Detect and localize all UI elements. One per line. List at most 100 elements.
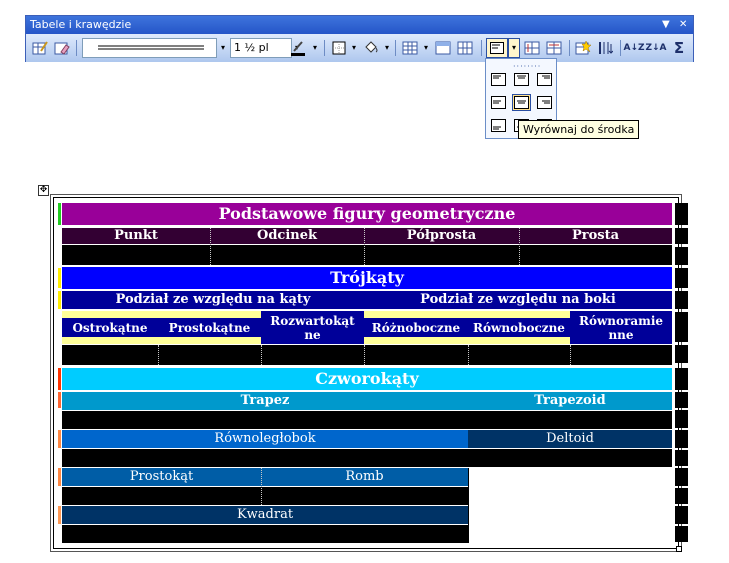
cell-prostokatne[interactable]: Prostokątne [158,318,261,337]
angle-division-header[interactable]: Podział ze względu na kąty [62,291,364,309]
margin-block [675,228,688,244]
line-style-dropdown[interactable]: ▾ [217,39,229,57]
cell-rownoramienne[interactable]: Równoramie nne [570,311,672,344]
pen-color-icon[interactable] [288,38,308,58]
toolbar-separator [620,40,621,56]
cell-prostokat[interactable]: Prostokąt [62,468,261,486]
align-top-right-icon[interactable] [535,71,554,88]
empty-row[interactable] [62,345,672,365]
align-middle-right-icon[interactable] [535,94,554,111]
align-top-center-icon[interactable] [512,71,531,88]
toolbar-separator [324,40,325,56]
empty-row[interactable] [62,487,468,505]
quadrilaterals-header[interactable]: Czworokąty [62,368,672,390]
distribute-columns-icon[interactable] [544,38,564,58]
cell-trapez[interactable]: Trapez [62,392,468,410]
cell-polprosta[interactable]: Półprosta [364,228,519,244]
cell-prosta[interactable]: Prosta [519,228,672,244]
cell-romb[interactable]: Romb [261,468,468,486]
row-marker [58,368,61,390]
margin-block [675,450,688,466]
distribute-rows-icon[interactable] [522,38,542,58]
align-middle-center-icon[interactable] [512,94,531,111]
close-icon[interactable]: ✕ [679,16,687,34]
side-division-header[interactable]: Podział ze względu na boki [364,291,672,309]
merge-cells-icon[interactable] [433,38,453,58]
cell-gridline [519,228,520,265]
sort-descending-icon[interactable]: Z↓A [645,38,666,58]
cell-gridline [364,345,365,365]
row-marker [58,430,61,448]
cell-rownoleglobok[interactable]: Równoległobok [62,430,468,448]
line-style-combo[interactable] [82,38,217,58]
align-middle-left-icon[interactable] [489,94,508,111]
row-marker [58,268,61,288]
toolbar-buttons-row: ▾ 1 ½ pl ▾ ▾ ▾ ▾ ▾ A↓Z Z↓A Σ [26,34,693,62]
cell-odcinek[interactable]: Odcinek [210,228,364,244]
row-marker [58,203,61,225]
empty-row[interactable] [62,525,468,543]
cell-deltoid[interactable]: Deltoid [468,430,672,448]
cell-trapezoid[interactable]: Trapezoid [468,392,672,410]
margin-block [675,312,688,342]
toolbar-titlebar[interactable]: Tabele i krawędzie ▼ ✕ [26,16,693,34]
paint-bucket-icon[interactable] [361,38,381,58]
palette-grip[interactable]: ········ [513,62,541,71]
cell-gridline [210,228,211,265]
cell-gridline [158,345,159,365]
toolbar-title: Tabele i krawędzie [30,18,132,31]
triangles-header[interactable]: Trójkąty [62,267,672,289]
margin-block [675,368,688,390]
row-marker [58,468,61,486]
insert-table-dropdown[interactable]: ▾ [420,39,432,57]
margin-block [675,291,688,309]
align-icon[interactable] [486,38,508,58]
autosum-icon[interactable]: Σ [669,38,689,58]
toolbar-separator [395,40,396,56]
cell-gridline [261,468,262,505]
toolbar-separator [76,40,77,56]
cell-punkt[interactable]: Punkt [62,228,210,244]
cell-rownoboczne[interactable]: Równoboczne [468,318,570,337]
text-direction-icon[interactable] [595,38,615,58]
toolbar-separator [569,40,570,56]
tables-borders-toolbar: Tabele i krawędzie ▼ ✕ ▾ 1 ½ pl ▾ ▾ ▾ ▾ … [25,15,694,62]
table-autoformat-icon[interactable] [573,38,593,58]
margin-block [675,392,688,408]
cell-gridline [364,228,365,265]
cell-gridline [468,345,469,365]
toolbar-options-icon[interactable]: ▼ [662,16,670,34]
align-dropdown[interactable]: ▾ [508,38,520,58]
empty-row[interactable] [62,411,672,429]
pencil-table-icon[interactable] [30,38,50,58]
table-title[interactable]: Podstawowe figury geometryczne [62,203,672,225]
cell-gridline [261,345,262,365]
margin-block [675,247,688,265]
cell-kwadrat[interactable]: Kwadrat [62,506,468,524]
align-top-left-icon[interactable] [489,71,508,88]
cell-ostrokatne[interactable]: Ostrokątne [62,318,158,337]
table-move-handle-icon[interactable]: ✥ [38,185,49,196]
cell-rozwartokatne[interactable]: Rozwartokąt ne [261,311,364,344]
row-marker [58,506,61,524]
insert-table-icon[interactable] [400,38,420,58]
margin-block [675,468,688,486]
line-weight-value: 1 ½ pl [234,41,269,54]
border-color-dropdown[interactable]: ▾ [309,39,321,57]
cell-roznoboczne[interactable]: Różnoboczne [364,318,468,337]
empty-row[interactable] [62,449,672,467]
row-marker [58,291,61,309]
table-resize-handle[interactable] [676,546,682,552]
empty-white-cell[interactable] [468,468,672,543]
shading-dropdown[interactable]: ▾ [381,39,393,57]
eraser-icon[interactable] [52,38,72,58]
outside-border-icon[interactable] [329,38,349,58]
margin-block [675,506,688,524]
sort-ascending-icon[interactable]: A↓Z [623,38,644,58]
align-bottom-left-icon[interactable] [489,117,508,134]
empty-row[interactable] [62,245,672,265]
line-weight-combo[interactable]: 1 ½ pl [230,38,292,58]
margin-block [675,268,688,288]
borders-dropdown[interactable]: ▾ [348,39,360,57]
split-cells-icon[interactable] [455,38,475,58]
